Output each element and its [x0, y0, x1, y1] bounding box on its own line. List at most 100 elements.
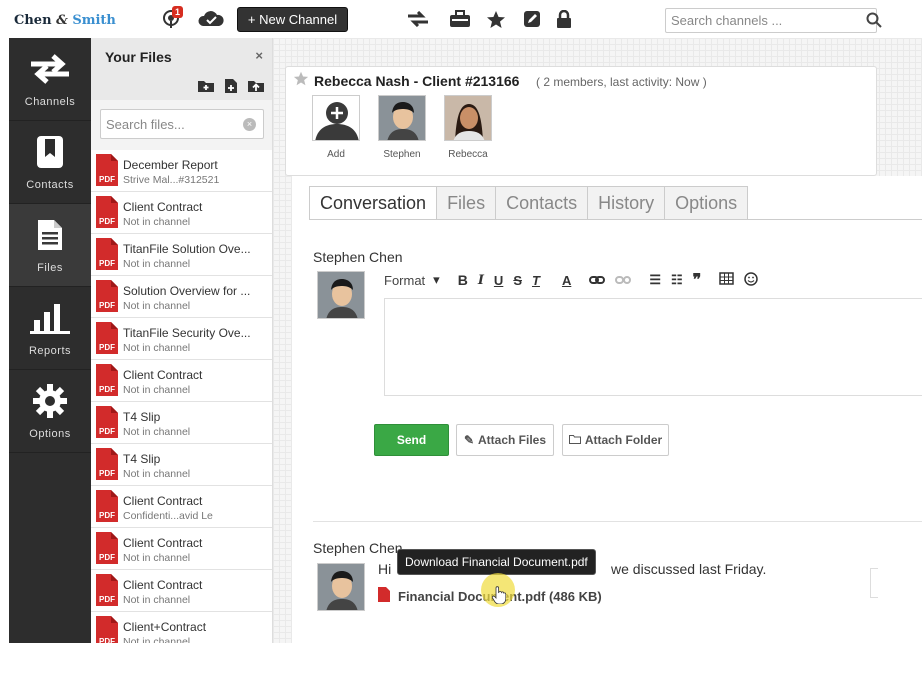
file-search: × [100, 109, 264, 139]
file-list-item[interactable]: PDF Client Contract Not in channel [91, 528, 272, 570]
file-name: December Report [123, 158, 218, 172]
cloud-check-icon[interactable] [197, 9, 225, 29]
app-logo[interactable]: Chen & Smith [14, 13, 116, 28]
nav-item-contacts[interactable]: Contacts [9, 121, 91, 204]
link-icon[interactable] [589, 273, 606, 288]
file-list-item[interactable]: PDF TitanFile Solution Ove... Not in chann… [91, 234, 272, 276]
tab-files[interactable]: Files [437, 186, 497, 220]
file-list-item[interactable]: PDF Client Contract Confidenti...avid Le [91, 486, 272, 528]
download-tooltip: Download Financial Document.pdf [397, 549, 596, 575]
text-color-icon[interactable]: A [562, 273, 571, 288]
tab-contacts[interactable]: Contacts [496, 186, 589, 220]
file-name: T4 Slip [123, 410, 161, 424]
channel-tabs: Conversation Files Contacts History Opti… [309, 186, 749, 220]
member-stephen[interactable]: Stephen [372, 95, 432, 160]
close-icon[interactable]: × [255, 48, 263, 63]
table-icon[interactable] [719, 272, 734, 288]
nav-label: Contacts [26, 179, 74, 191]
favorite-star-icon[interactable] [293, 71, 309, 89]
blockquote-icon[interactable]: ❞ [693, 270, 702, 290]
file-name: Client Contract [123, 536, 203, 550]
pdf-file-icon: PDF [96, 574, 118, 606]
bold-icon[interactable]: B [458, 272, 468, 288]
file-search-input[interactable] [101, 110, 231, 138]
pdf-file-icon: PDF [96, 322, 118, 354]
lock-icon[interactable] [556, 9, 572, 29]
search-icon[interactable] [866, 12, 882, 31]
message-text-end: we discussed last Friday. [611, 561, 767, 577]
star-icon[interactable] [486, 9, 506, 29]
file-name: Client+Contract [123, 620, 207, 634]
file-channel: Not in channel [123, 468, 191, 480]
member-name: Stephen [383, 149, 421, 160]
upload-folder-icon[interactable] [247, 78, 265, 97]
toolbox-icon[interactable] [449, 9, 471, 29]
editor-toolbar: Format ▾ B I U S T A ☰ ☷ ❞ [384, 271, 768, 289]
file-channel: Not in channel [123, 636, 191, 643]
channel-search-input[interactable] [666, 9, 846, 32]
file-list-item[interactable]: PDF Solution Overview for ... Not in chann… [91, 276, 272, 318]
nav-label: Reports [28, 345, 72, 357]
edit-icon[interactable] [523, 9, 541, 29]
nav-label: Channels [24, 96, 76, 108]
file-list-item[interactable]: PDF T4 Slip Not in channel [91, 444, 272, 486]
bar-chart-icon [28, 301, 72, 335]
file-list-item[interactable]: PDF TitanFile Security Ove... Not in chann… [91, 318, 272, 360]
nav-item-options[interactable]: Options [9, 370, 91, 453]
swap-arrows-icon[interactable] [406, 9, 430, 29]
pdf-file-icon: PDF [96, 238, 118, 270]
nav-item-files[interactable]: Files [9, 204, 100, 458]
new-folder-icon[interactable] [197, 78, 215, 97]
files-panel-title: Your Files [105, 49, 172, 65]
underline-icon[interactable]: U [494, 273, 503, 288]
svg-text:PDF: PDF [99, 511, 115, 520]
unlink-icon[interactable] [615, 273, 632, 288]
attach-files-button[interactable]: ✎ Attach Files [456, 424, 554, 456]
svg-text:PDF: PDF [99, 217, 115, 226]
attach-folder-button[interactable]: Attach Folder [562, 424, 669, 456]
clear-format-icon[interactable]: T [532, 273, 540, 288]
italic-icon[interactable]: I [478, 273, 484, 288]
channel-search [665, 8, 882, 33]
format-dropdown[interactable]: Format [384, 273, 425, 288]
tab-history[interactable]: History [588, 186, 666, 220]
message-divider [313, 521, 922, 522]
nav-item-channels[interactable]: Channels [9, 38, 91, 121]
svg-text:PDF: PDF [99, 385, 115, 394]
message-editor[interactable] [384, 298, 922, 396]
nav-item-reports[interactable]: Reports [9, 287, 91, 370]
file-channel: Not in channel [123, 552, 191, 564]
strikethrough-icon[interactable]: S [513, 273, 522, 288]
message-actions-stub[interactable] [870, 568, 878, 598]
nav-label: Files [37, 262, 63, 274]
file-name: TitanFile Security Ove... [123, 326, 251, 340]
numbered-list-icon[interactable]: ☰ [649, 272, 661, 288]
clear-search-icon[interactable]: × [243, 118, 256, 131]
pdf-file-icon: PDF [96, 280, 118, 312]
add-member[interactable]: Add [306, 95, 366, 160]
member-name: Rebecca [448, 149, 488, 160]
file-list-item[interactable]: PDF Client Contract Not in channel [91, 360, 272, 402]
pdf-file-icon: PDF [96, 406, 118, 438]
file-list-item[interactable]: PDF Client+Contract Not in channel [91, 612, 272, 643]
tab-conversation[interactable]: Conversation [309, 186, 438, 220]
send-button[interactable]: Send [374, 424, 449, 456]
bullet-list-icon[interactable]: ☷ [671, 272, 683, 288]
file-list-item[interactable]: PDF Client Contract Not in channel [91, 192, 272, 234]
file-list-item[interactable]: PDF December Report Strive Mal...#312521 [91, 150, 272, 192]
file-list-item[interactable]: PDF T4 Slip Not in channel [91, 402, 272, 444]
svg-text:PDF: PDF [99, 595, 115, 604]
emoji-icon[interactable] [744, 271, 758, 289]
chevron-down-icon[interactable]: ▾ [433, 272, 440, 288]
svg-text:PDF: PDF [99, 427, 115, 436]
pdf-file-icon: PDF [96, 532, 118, 564]
new-file-icon[interactable] [224, 78, 238, 97]
new-channel-button[interactable]: + New Channel [237, 7, 348, 32]
notifications-icon[interactable]: 1 [160, 6, 184, 29]
tab-options[interactable]: Options [665, 186, 749, 220]
pdf-file-icon: PDF [96, 616, 118, 643]
file-list-item[interactable]: PDF Client Contract Not in channel [91, 570, 272, 612]
file-channel: Not in channel [123, 426, 191, 438]
member-rebecca[interactable]: Rebecca [438, 95, 498, 160]
left-nav: Channels Contacts Files Reports Options [9, 38, 100, 643]
